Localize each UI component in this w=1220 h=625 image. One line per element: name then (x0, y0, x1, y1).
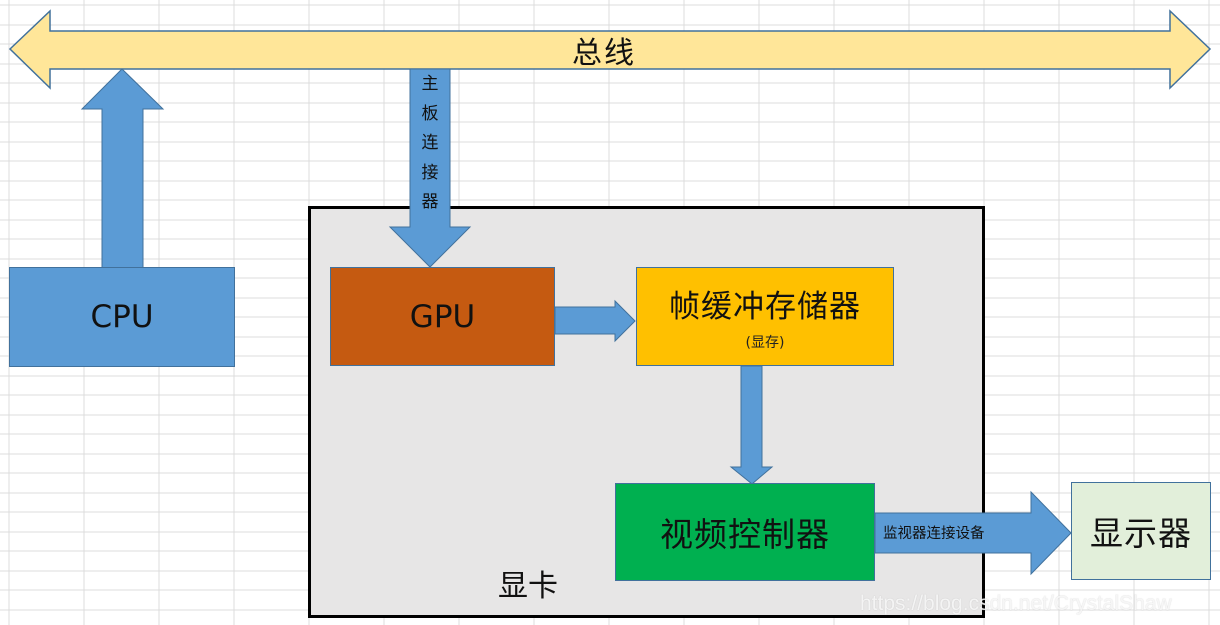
cpu-to-bus-arrow (80, 68, 165, 269)
bus-label: 总线 (572, 36, 636, 71)
frame-buffer-sublabel: (显存) (745, 335, 785, 351)
motherboard-connector-char: 连 (421, 133, 439, 153)
video-controller-box: 视频控制器 (615, 483, 875, 581)
cpu-label: CPU (90, 299, 154, 335)
monitor-label: 显示器 (1090, 514, 1192, 553)
watermark: https://blog.csdn.net/CrystalShaw (860, 592, 1172, 615)
motherboard-connector-char: 器 (421, 192, 439, 212)
frame-buffer-label: 帧缓冲存储器 (669, 289, 861, 325)
motherboard-connector-char: 主 (421, 74, 439, 94)
video-controller-label: 视频控制器 (660, 515, 830, 554)
motherboard-connector-label: 主 板 连 接 器 (415, 70, 445, 218)
cpu-box: CPU (9, 267, 235, 367)
monitor-connector-label: 监视器连接设备 (883, 526, 985, 542)
frame-buffer-box: 帧缓冲存储器 (显存) (636, 267, 894, 366)
motherboard-connector-char: 板 (421, 103, 439, 124)
gpu-label: GPU (409, 298, 476, 335)
graphics-pipeline-diagram: 显卡 总线 主 板 连 接 器 CPU GPU 帧缓冲存储器 (显存) 视频控制… (0, 0, 1220, 625)
framebuffer-to-videocontroller-arrow (729, 365, 774, 485)
gpu-to-framebuffer-arrow (554, 299, 636, 343)
motherboard-connector-char: 接 (421, 162, 439, 183)
gpu-box: GPU (330, 267, 555, 366)
monitor-box: 显示器 (1071, 482, 1211, 580)
